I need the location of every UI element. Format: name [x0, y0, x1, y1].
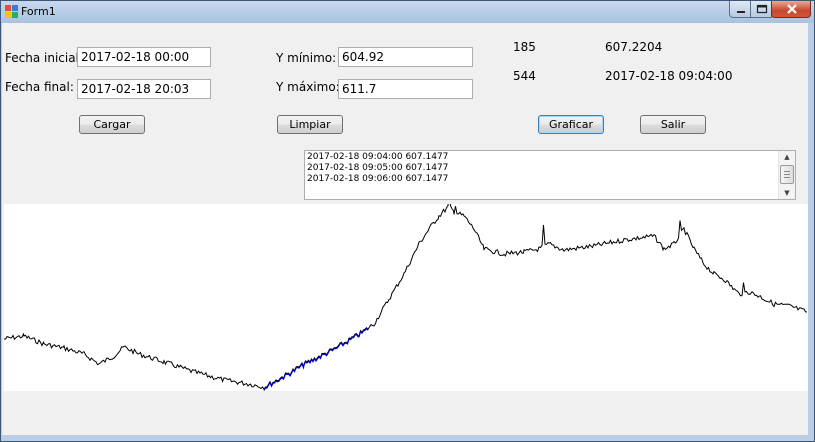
fecha-final-input[interactable]: 2017-02-18 20:03 [77, 79, 211, 99]
price-series-line [3, 192, 808, 391]
scroll-thumb[interactable] [780, 165, 794, 184]
listbox-scrollbar[interactable]: ▲ ▼ [778, 151, 795, 199]
form-client-area: Fecha inicial: 2017-02-18 00:00 Fecha fi… [2, 23, 808, 435]
data-listbox[interactable]: 2017-02-18 09:04:00 607.1477 2017-02-18 … [304, 150, 796, 200]
info-index-2: 544 [513, 69, 536, 83]
fecha-final-label: Fecha final: [5, 80, 74, 94]
title-bar[interactable]: Form1 [1, 1, 814, 23]
maximize-icon [756, 4, 768, 14]
window-title: Form1 [21, 5, 56, 18]
maximize-button[interactable] [750, 1, 772, 18]
ymin-input[interactable]: 604.92 [338, 47, 473, 67]
ymax-input[interactable]: 611.7 [338, 79, 473, 99]
minimize-icon [737, 11, 745, 13]
fecha-inicial-label: Fecha inicial: [5, 51, 83, 65]
salir-button[interactable]: Salir [640, 115, 706, 134]
ymax-label: Y máximo: [276, 80, 340, 94]
listbox-lines: 2017-02-18 09:04:00 607.1477 2017-02-18 … [307, 152, 777, 185]
list-item[interactable]: 2017-02-18 09:06:00 607.1477 [307, 174, 777, 185]
close-icon [787, 4, 797, 14]
plot-svg [3, 192, 808, 391]
fecha-inicial-input[interactable]: 2017-02-18 00:00 [77, 47, 211, 67]
info-value-2: 2017-02-18 09:04:00 [605, 69, 733, 83]
list-item[interactable]: 2017-02-18 09:04:00 607.1477 [307, 152, 777, 163]
main-window: Form1 Fecha inicial: 2017-02-18 00:00 Fe… [0, 0, 815, 442]
plot-area[interactable] [3, 192, 808, 391]
info-index-1: 185 [513, 40, 536, 54]
scroll-down-icon[interactable]: ▼ [779, 187, 795, 199]
minimize-button[interactable] [729, 1, 751, 18]
scroll-up-icon[interactable]: ▲ [779, 151, 795, 163]
close-button[interactable] [771, 1, 811, 18]
info-value-1: 607.2204 [605, 40, 663, 54]
app-icon [5, 5, 18, 18]
cargar-button[interactable]: Cargar [79, 115, 145, 134]
ymin-label: Y mínimo: [276, 51, 337, 65]
graficar-button[interactable]: Graficar [538, 115, 604, 134]
limpiar-button[interactable]: Limpiar [277, 115, 343, 134]
list-item[interactable]: 2017-02-18 09:05:00 607.1477 [307, 163, 777, 174]
